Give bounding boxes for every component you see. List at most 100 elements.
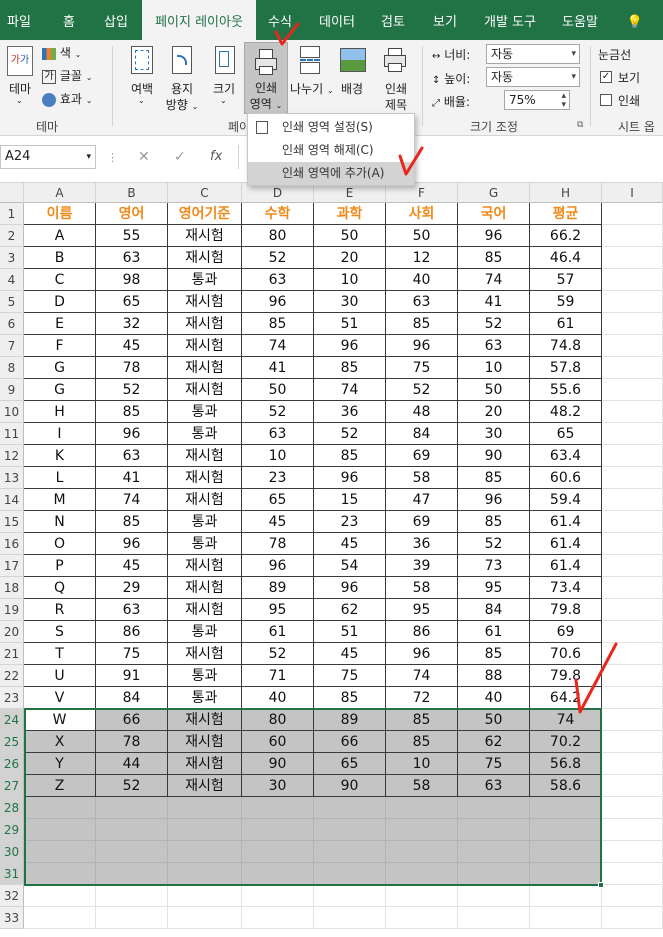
column-header-i[interactable]: I — [602, 183, 663, 203]
table-cell[interactable]: 74 — [386, 665, 458, 687]
table-cell[interactable]: P — [24, 555, 96, 577]
table-cell[interactable]: 79.8 — [530, 665, 602, 687]
table-cell[interactable]: 재시험 — [168, 577, 242, 599]
size-button[interactable]: 크기 ⌄ — [206, 44, 242, 114]
row-header[interactable]: 21 — [0, 643, 24, 665]
table-cell[interactable] — [386, 819, 458, 841]
tab-home[interactable]: 홈 — [52, 0, 86, 40]
column-header-h[interactable]: H — [530, 183, 602, 203]
table-header-cell[interactable]: 수학 — [242, 203, 314, 225]
row-header[interactable]: 8 — [0, 357, 24, 379]
table-cell[interactable]: 88 — [458, 665, 530, 687]
row-header[interactable]: 11 — [0, 423, 24, 445]
table-cell[interactable]: 58 — [386, 467, 458, 489]
row-header[interactable]: 20 — [0, 621, 24, 643]
column-header-a[interactable]: A — [24, 183, 96, 203]
table-cell[interactable]: 74.8 — [530, 335, 602, 357]
table-cell[interactable]: 23 — [314, 511, 386, 533]
table-cell[interactable]: 재시험 — [168, 643, 242, 665]
table-cell[interactable]: 30 — [314, 291, 386, 313]
table-cell[interactable]: 84 — [96, 687, 168, 709]
print-titles-button[interactable]: 인쇄 제목 — [376, 44, 416, 114]
table-cell[interactable]: 98 — [96, 269, 168, 291]
table-cell[interactable]: 79.8 — [530, 599, 602, 621]
table-cell[interactable]: 66.2 — [530, 225, 602, 247]
margins-button[interactable]: 여백 ⌄ — [122, 44, 162, 114]
table-cell[interactable]: 재시험 — [168, 599, 242, 621]
table-cell[interactable]: 재시험 — [168, 291, 242, 313]
table-cell[interactable] — [602, 225, 663, 247]
table-cell[interactable]: 95 — [242, 599, 314, 621]
row-header[interactable]: 32 — [0, 885, 24, 907]
table-cell[interactable]: 85 — [458, 511, 530, 533]
table-cell[interactable]: K — [24, 445, 96, 467]
table-cell[interactable]: 재시험 — [168, 313, 242, 335]
table-cell[interactable]: 44 — [96, 753, 168, 775]
table-cell[interactable] — [314, 885, 386, 907]
table-cell[interactable]: 86 — [96, 621, 168, 643]
table-cell[interactable]: 96 — [96, 533, 168, 555]
tab-page-layout[interactable]: 페이지 레이아웃 — [142, 0, 256, 42]
table-cell[interactable] — [24, 797, 96, 819]
table-cell[interactable]: 52 — [386, 379, 458, 401]
table-cell[interactable]: 50 — [242, 379, 314, 401]
row-header[interactable]: 30 — [0, 841, 24, 863]
add-to-print-area-item[interactable]: 인쇄 영역에 추가(A) — [248, 162, 414, 185]
table-cell[interactable]: 재시험 — [168, 379, 242, 401]
table-cell[interactable] — [602, 291, 663, 313]
table-cell[interactable]: 85 — [386, 313, 458, 335]
table-cell[interactable] — [602, 467, 663, 489]
table-cell[interactable]: 85 — [458, 467, 530, 489]
row-header[interactable]: 14 — [0, 489, 24, 511]
row-header[interactable]: 29 — [0, 819, 24, 841]
table-cell[interactable]: 74 — [314, 379, 386, 401]
table-cell[interactable] — [530, 863, 602, 885]
tab-file[interactable]: 파일 — [0, 0, 38, 40]
table-cell[interactable]: 54 — [314, 555, 386, 577]
table-cell[interactable]: 65 — [96, 291, 168, 313]
name-box[interactable]: A24 ▾ — [0, 145, 96, 169]
table-cell[interactable]: 52 — [458, 313, 530, 335]
table-cell[interactable] — [602, 379, 663, 401]
table-cell[interactable] — [458, 863, 530, 885]
table-cell[interactable]: 63.4 — [530, 445, 602, 467]
table-cell[interactable]: 10 — [458, 357, 530, 379]
table-cell[interactable]: 89 — [242, 577, 314, 599]
table-cell[interactable] — [386, 841, 458, 863]
row-header[interactable]: 10 — [0, 401, 24, 423]
table-cell[interactable]: C — [24, 269, 96, 291]
table-cell[interactable]: 60.6 — [530, 467, 602, 489]
table-cell[interactable] — [168, 863, 242, 885]
table-cell[interactable] — [602, 335, 663, 357]
table-cell[interactable]: 48.2 — [530, 401, 602, 423]
table-cell[interactable]: 61 — [530, 313, 602, 335]
tab-view[interactable]: 보기 — [427, 0, 463, 40]
table-cell[interactable]: 32 — [96, 313, 168, 335]
table-cell[interactable]: 52 — [242, 643, 314, 665]
table-cell[interactable]: 63 — [96, 247, 168, 269]
table-cell[interactable] — [602, 599, 663, 621]
table-cell[interactable]: 96 — [96, 423, 168, 445]
table-cell[interactable]: 통과 — [168, 401, 242, 423]
table-cell[interactable] — [96, 819, 168, 841]
table-cell[interactable]: 29 — [96, 577, 168, 599]
enter-icon[interactable]: ✓ — [174, 149, 186, 165]
table-cell[interactable] — [602, 775, 663, 797]
theme-effects-button[interactable]: 효과 ⌄ — [42, 90, 92, 107]
table-cell[interactable]: S — [24, 621, 96, 643]
table-header-cell[interactable]: 이름 — [24, 203, 96, 225]
table-cell[interactable]: 58.6 — [530, 775, 602, 797]
table-cell[interactable] — [530, 841, 602, 863]
table-cell[interactable]: Q — [24, 577, 96, 599]
table-cell[interactable]: G — [24, 379, 96, 401]
row-header[interactable]: 16 — [0, 533, 24, 555]
row-header[interactable]: 13 — [0, 467, 24, 489]
theme-fonts-button[interactable]: 가 글꼴 ⌄ — [42, 67, 92, 84]
table-cell[interactable]: 61.4 — [530, 511, 602, 533]
table-cell[interactable]: 74 — [530, 709, 602, 731]
table-cell[interactable]: D — [24, 291, 96, 313]
table-cell[interactable] — [24, 863, 96, 885]
column-header-b[interactable]: B — [96, 183, 168, 203]
table-cell[interactable]: 95 — [458, 577, 530, 599]
table-cell[interactable]: 63 — [386, 291, 458, 313]
